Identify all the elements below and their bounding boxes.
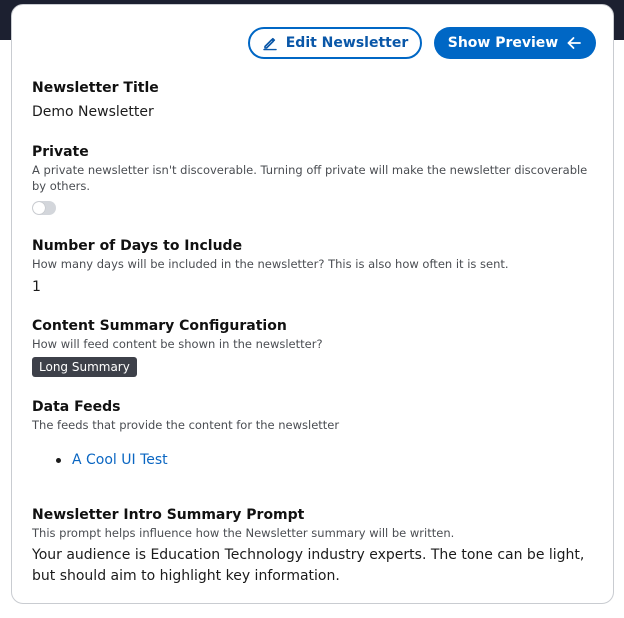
bullet-icon xyxy=(56,457,61,463)
feed-link[interactable]: A Cool UI Test xyxy=(72,452,168,468)
edit-newsletter-button[interactable]: Edit Newsletter xyxy=(248,27,422,59)
title-value: Demo Newsletter xyxy=(32,104,154,120)
data-feeds-list: A Cool UI Test xyxy=(56,452,168,468)
data-feeds-label: Data Feeds xyxy=(32,399,121,415)
edit-newsletter-label: Edit Newsletter xyxy=(285,35,409,51)
arrow-left-icon xyxy=(566,35,582,51)
days-label: Number of Days to Include xyxy=(32,238,243,254)
title-label: Newsletter Title xyxy=(32,80,159,96)
summary-config-description: How will feed content be shown in the ne… xyxy=(32,337,323,351)
private-toggle-knob xyxy=(33,202,45,214)
days-description: How many days will be included in the ne… xyxy=(32,257,509,271)
show-preview-label: Show Preview xyxy=(447,35,559,51)
pencil-icon xyxy=(262,35,278,51)
intro-prompt-description: This prompt helps influence how the News… xyxy=(32,526,455,540)
private-description: A private newsletter isn't discoverable.… xyxy=(32,163,588,193)
summary-config-label: Content Summary Configuration xyxy=(32,318,287,334)
data-feeds-description: The feeds that provide the content for t… xyxy=(32,418,340,432)
days-value: 1 xyxy=(32,279,41,295)
private-toggle[interactable] xyxy=(32,201,56,215)
list-item: A Cool UI Test xyxy=(56,452,168,468)
intro-prompt-label: Newsletter Intro Summary Prompt xyxy=(32,507,305,523)
summary-config-badge: Long Summary xyxy=(32,357,137,377)
newsletter-details-card: Edit Newsletter Show Preview Newsletter … xyxy=(11,4,614,604)
show-preview-button[interactable]: Show Preview xyxy=(434,27,596,59)
intro-prompt-value: Your audience is Education Technology in… xyxy=(32,547,585,584)
private-label: Private xyxy=(32,144,89,160)
